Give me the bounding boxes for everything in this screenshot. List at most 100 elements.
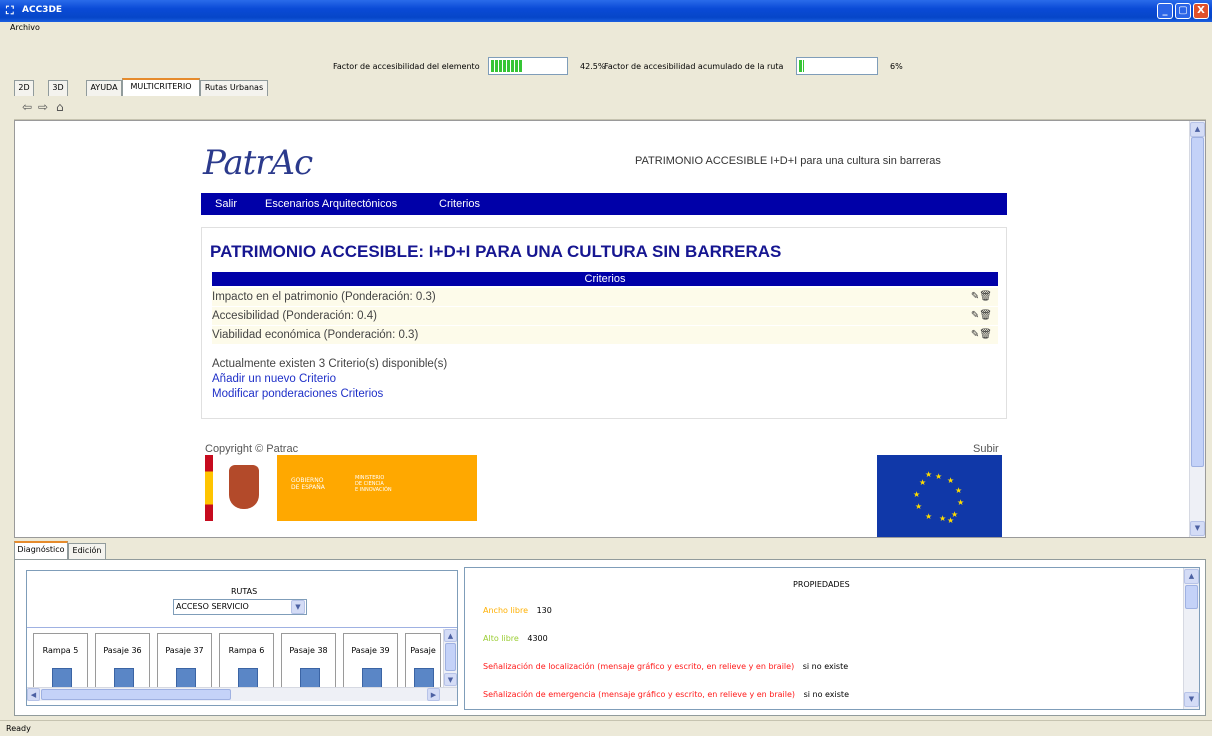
svg-text:★: ★	[935, 472, 942, 481]
maximize-button[interactable]: ▢	[1175, 3, 1191, 19]
propiedades-vertical-scrollbar[interactable]: ▲ ▼	[1183, 568, 1199, 709]
property-value: 4300	[527, 634, 548, 643]
property-value: si no existe	[802, 662, 849, 671]
svg-text:★: ★	[915, 502, 922, 511]
property-label: Señalización de localización (mensaje gr…	[483, 662, 795, 671]
propiedades-panel: PROPIEDADES Ancho libre 130 Alto libre 4…	[464, 567, 1200, 710]
status-text: Ready	[6, 724, 31, 733]
scroll-up-button[interactable]: ▲	[1190, 122, 1205, 137]
tab-ayuda[interactable]: AYUDA	[86, 80, 122, 96]
menu-bar: Archivo	[0, 22, 1212, 35]
eu-flag-icon: ★ ★ ★ ★ ★ ★ ★ ★ ★ ★ ★ ★	[877, 455, 1002, 537]
window-title: ACC3DE	[22, 5, 63, 15]
route-card[interactable]: Rampa 5	[33, 633, 88, 693]
tab-2d[interactable]: 2D	[14, 80, 34, 96]
scroll-down-button[interactable]: ▼	[1190, 521, 1205, 536]
scroll-left-button[interactable]: ◀	[27, 688, 40, 701]
element-factor-percent: 42.5%	[580, 62, 606, 71]
window-titlebar: ⛶ ACC3DE _ ▢ X	[0, 0, 1212, 22]
svg-text:★: ★	[919, 478, 926, 487]
app-icon: ⛶	[6, 4, 14, 17]
property-label: Señalización de emergencia (mensaje gráf…	[483, 690, 796, 699]
tab-multicriterio[interactable]: MULTICRITERIO	[122, 78, 200, 96]
nav-escenarios[interactable]: Escenarios Arquitectónicos	[265, 198, 397, 210]
page-heading: PATRIMONIO ACCESIBLE: I+D+I PARA UNA CUL…	[210, 242, 782, 261]
delete-icon[interactable]: 🗑	[979, 310, 992, 321]
route-card[interactable]: Pasaje 39	[343, 633, 398, 693]
route-factor-progress	[796, 57, 878, 75]
route-card[interactable]: Pasaje 36	[95, 633, 150, 693]
propiedades-title: PROPIEDADES	[793, 580, 850, 589]
site-header-text: PATRIMONIO ACCESIBLE I+D+I para una cult…	[635, 155, 941, 167]
minimize-button[interactable]: _	[1157, 3, 1173, 19]
back-arrow-icon[interactable]: ⇦	[22, 100, 32, 114]
svg-text:★: ★	[957, 498, 964, 507]
element-factor-label: Factor de accesibilidad del elemento	[333, 62, 480, 71]
chevron-down-icon[interactable]: ▼	[291, 600, 305, 614]
scroll-thumb[interactable]	[1191, 137, 1204, 467]
home-icon[interactable]: ⌂	[56, 100, 64, 114]
scroll-thumb[interactable]	[1185, 585, 1198, 609]
menu-archivo[interactable]: Archivo	[10, 23, 40, 32]
add-criteria-link[interactable]: Añadir un nuevo Criterio	[212, 373, 336, 385]
route-factor-percent: 6%	[890, 62, 903, 71]
browser-toolbar: ⇦ ⇨ ⌂	[14, 96, 1206, 120]
criteria-label: Accesibilidad (Ponderación: 0.4)	[212, 310, 377, 322]
modify-weights-link[interactable]: Modificar ponderaciones Criterios	[212, 388, 383, 400]
nav-salir[interactable]: Salir	[215, 198, 237, 210]
svg-text:★: ★	[955, 486, 962, 495]
government-banner: GOBIERNO DE ESPAÑA MINISTERIO DE CIENCIA…	[205, 455, 477, 521]
available-criteria-text: Actualmente existen 3 Criterio(s) dispon…	[212, 358, 448, 370]
criteria-label: Viabilidad económica (Ponderación: 0.3)	[212, 329, 419, 341]
nav-criterios[interactable]: Criterios	[439, 198, 480, 210]
criteria-content-box: PATRIMONIO ACCESIBLE: I+D+I PARA UNA CUL…	[201, 227, 1007, 419]
delete-icon[interactable]: 🗑	[979, 291, 992, 302]
subir-link[interactable]: Subir	[973, 443, 999, 455]
rutas-selected-value: ACCESO SERVICIO	[176, 602, 249, 611]
embedded-browser: PatrAc PATRIMONIO ACCESIBLE I+D+I para u…	[14, 120, 1206, 538]
element-factor-fill	[491, 60, 523, 72]
svg-text:★: ★	[925, 470, 932, 479]
property-row: Señalización de emergencia (mensaje gráf…	[483, 690, 849, 699]
route-card[interactable]: Pasaje 38	[281, 633, 336, 693]
delete-icon[interactable]: 🗑	[979, 329, 992, 340]
route-factor-label: Factor de accesibilidad acumulado de la …	[604, 62, 784, 71]
site-nav-bar: Salir Escenarios Arquitectónicos Criteri…	[201, 193, 1007, 215]
route-card[interactable]: Pasaje	[405, 633, 441, 693]
element-factor-progress	[488, 57, 568, 75]
scroll-thumb[interactable]	[41, 689, 231, 700]
patrac-logo: PatrAc	[203, 143, 313, 183]
property-value: 130	[536, 606, 552, 615]
criteria-row: Accesibilidad (Ponderación: 0.4) ✎🗑	[212, 307, 998, 325]
property-label: Ancho libre	[483, 606, 529, 615]
rutas-select[interactable]: ACCESO SERVICIO ▼	[173, 599, 307, 615]
copyright-text: Copyright © Patrac	[205, 443, 299, 455]
svg-text:★: ★	[925, 512, 932, 521]
property-row: Ancho libre 130	[483, 606, 552, 615]
svg-text:★: ★	[947, 476, 954, 485]
browser-vertical-scrollbar[interactable]: ▲ ▼	[1189, 121, 1205, 537]
route-card[interactable]: Rampa 6	[219, 633, 274, 693]
scroll-up-button[interactable]: ▲	[444, 629, 457, 642]
close-button[interactable]: X	[1193, 3, 1209, 19]
scroll-thumb[interactable]	[445, 643, 456, 671]
scroll-down-button[interactable]: ▼	[1184, 692, 1199, 707]
status-bar: Ready	[0, 720, 1212, 736]
svg-text:★: ★	[947, 516, 954, 525]
scroll-down-button[interactable]: ▼	[444, 673, 457, 686]
tab-3d[interactable]: 3D	[48, 80, 68, 96]
forward-arrow-icon[interactable]: ⇨	[38, 100, 48, 114]
rutas-title: RUTAS	[231, 587, 258, 596]
property-row: Alto libre 4300	[483, 634, 548, 643]
tab-edicion[interactable]: Edición	[68, 543, 106, 559]
rutas-horizontal-scrollbar[interactable]: ◀ ▶	[27, 687, 457, 701]
tab-diagnostico[interactable]: Diagnóstico	[14, 541, 68, 559]
tab-rutas-urbanas[interactable]: Rutas Urbanas	[200, 80, 268, 96]
scroll-right-button[interactable]: ▶	[427, 688, 440, 701]
svg-text:★: ★	[913, 490, 920, 499]
route-card[interactable]: Pasaje 37	[157, 633, 212, 693]
criteria-row: Viabilidad económica (Ponderación: 0.3) …	[212, 326, 998, 344]
scroll-up-button[interactable]: ▲	[1184, 569, 1199, 584]
rutas-vertical-scrollbar[interactable]: ▲ ▼	[443, 629, 457, 687]
rutas-panel: RUTAS ACCESO SERVICIO ▼ Rampa 5 Pasaje 3…	[26, 570, 458, 706]
